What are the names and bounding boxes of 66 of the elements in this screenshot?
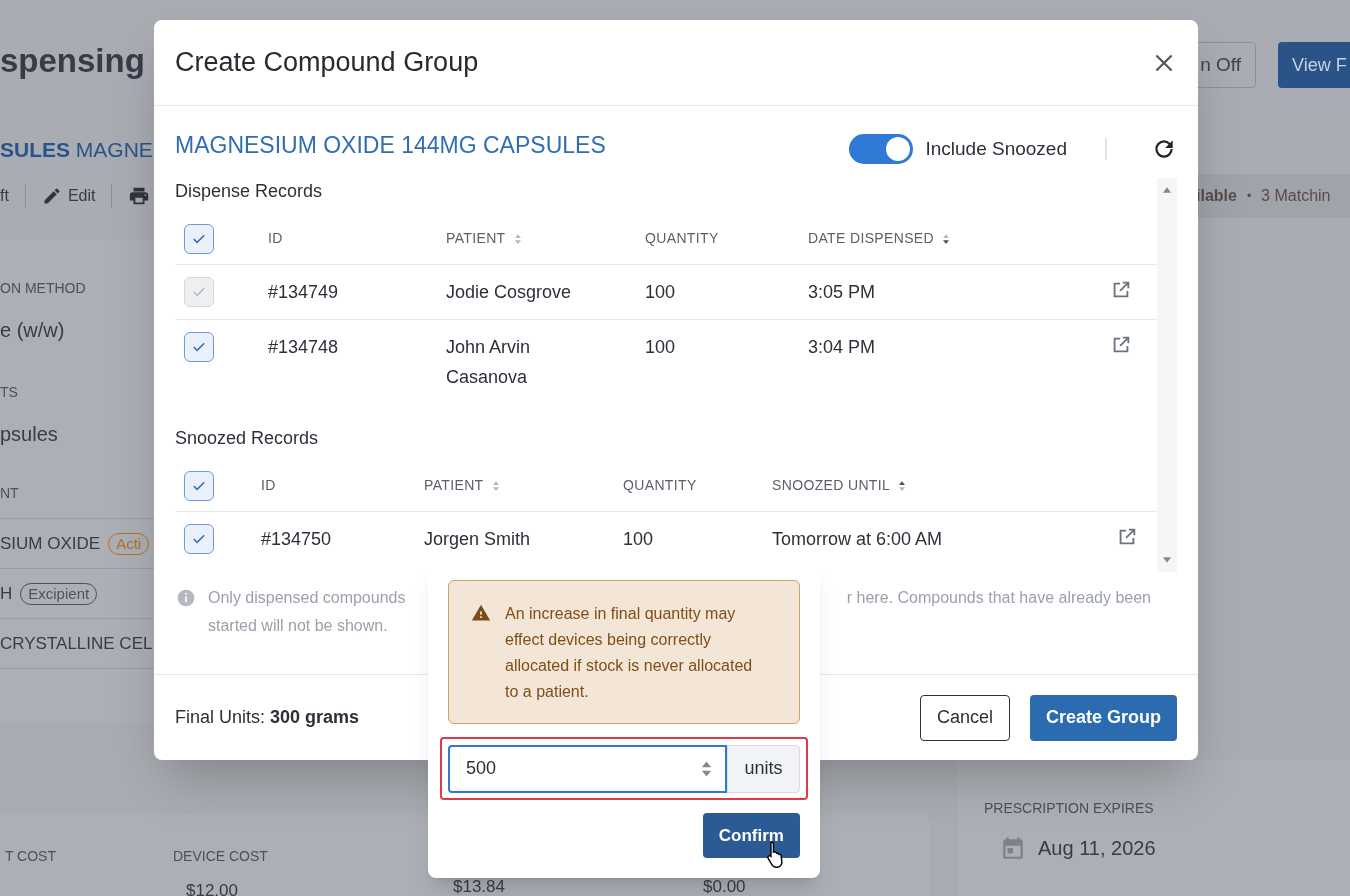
checkbox[interactable] [184,223,214,254]
quantity-input[interactable]: 500 [448,744,727,793]
cost-value: $13.84 [452,878,505,895]
unit-label: units [727,744,800,793]
quantity-value: 100 [645,281,677,304]
hand-cursor-icon [764,839,786,869]
cost-value: $0.00 [702,878,746,895]
column-header[interactable]: PATIENT [424,475,484,496]
warning-text: An increase in final quantity may effect devices being correctly allocated if stock is never allocated to a patient. [505,604,754,702]
field-label: TS [0,383,19,402]
page-title: spensing [0,41,145,77]
ingredient-name: CRYSTALLINE CEL [0,632,153,655]
product-name: MAGNESIUM OXIDE 144MG CAPSULES [175,130,607,160]
dialog-title: Create Compound Group [175,46,480,80]
final-units-text: Final Units: 300 grams [175,706,361,729]
record-id: #134750 [261,528,333,551]
record-id: #134749 [268,281,340,304]
field-value: e (w/w) [0,318,66,343]
section-title: Dispense Records [175,180,324,203]
confirm-button[interactable]: Confirm [702,813,800,858]
toolbar-button[interactable]: ft [0,184,9,208]
cost-label: DEVICE COST [173,847,269,866]
patient-name: John Arvin Casanova [446,336,532,389]
field-label: NT [0,484,19,503]
quantity-value: 100 [623,528,655,551]
column-header: ID [261,476,276,495]
info-text: Only dispensed compounds [208,588,406,608]
column-header: ID [268,229,283,248]
info-text: r here. Compounds that have already been [846,588,1151,608]
toggle-switch[interactable] [849,134,914,164]
edit-button[interactable]: Edit [41,184,96,208]
column-header[interactable]: DATE DISPENSED [808,228,934,249]
cancel-button[interactable]: Cancel [919,694,1010,741]
header-button[interactable]: View F [1278,42,1350,88]
field-label: ON METHOD [0,279,86,298]
patient-name: Jorgen Smith [424,528,532,551]
date-value: Tomorrow at 6:00 AM [772,528,944,551]
calendar-icon [1000,835,1026,861]
column-header[interactable]: SNOOZED UNTIL [772,475,891,496]
matching-text: 3 Matchin [1261,186,1331,206]
column-header: QUANTITY [645,229,719,248]
patient-name: Jodie Cosgrove [446,281,573,304]
column-header: QUANTITY [623,476,697,495]
checkbox[interactable] [184,470,214,501]
info-text: started will not be shown. [208,616,388,636]
checkbox[interactable] [184,332,214,362]
warning-icon [471,603,491,623]
column-header[interactable]: PATIENT [446,228,506,249]
ingredient-name: H [0,582,13,605]
info-icon [176,588,196,608]
separator-dot: • [1246,188,1252,205]
field-value: psules [0,422,58,447]
record-id: #134748 [268,336,340,359]
toggle-label: Include Snoozed [925,136,1067,161]
printer-icon[interactable] [128,185,151,207]
date-value: 3:04 PM [808,336,877,359]
date-value: 3:05 PM [808,281,877,304]
create-group-button[interactable]: Create Group [1029,694,1177,741]
ingredient-name: SIUM OXIDE [0,532,101,555]
cost-label: T COST [3,847,57,866]
expiry-date: Aug 11, 2026 [1038,836,1156,861]
section-title: Snoozed Records [175,427,320,450]
expiry-label: PRESCRIPTION EXPIRES [984,799,1155,818]
product-heading: SULES MAGNE [0,136,153,163]
checkbox[interactable] [184,524,214,554]
quantity-value: 100 [645,336,677,359]
